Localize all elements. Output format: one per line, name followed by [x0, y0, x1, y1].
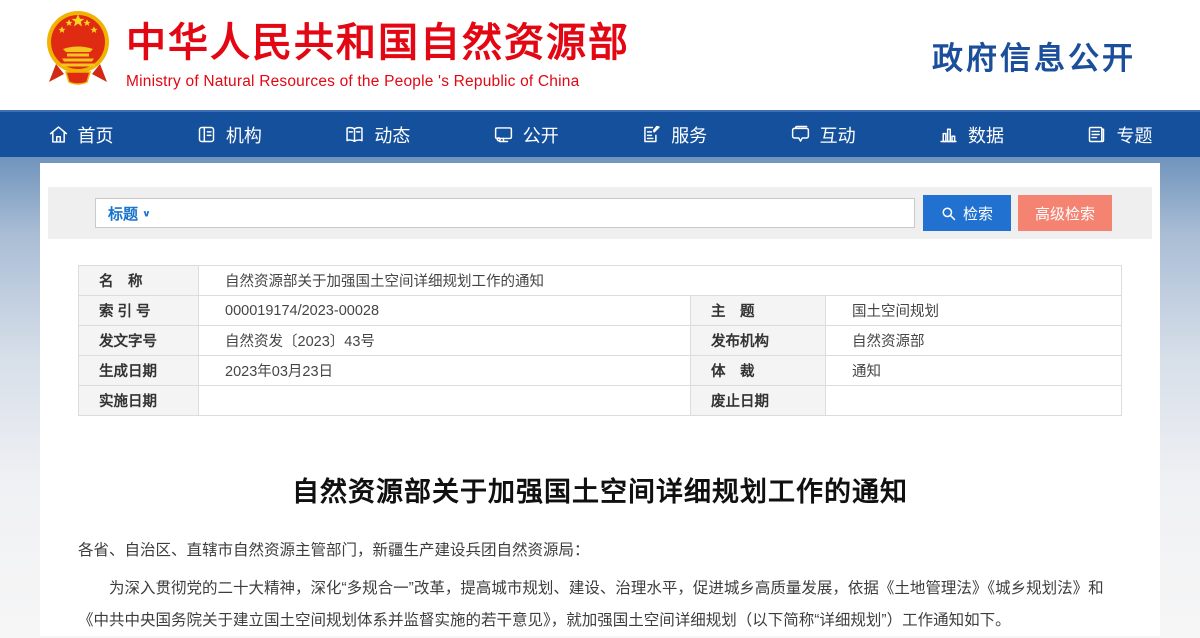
search-section: 标题 ∨ 检索 高级检索 — [48, 187, 1152, 239]
meta-label-index: 索 引 号 — [79, 296, 199, 326]
table-row: 名 称 自然资源部关于加强国土空间详细规划工作的通知 — [79, 266, 1122, 296]
nav-label: 机构 — [226, 122, 262, 148]
search-button-label: 检索 — [963, 203, 993, 224]
table-row: 实施日期 废止日期 — [79, 386, 1122, 416]
nav-label: 服务 — [671, 122, 707, 148]
nav-item-org[interactable]: 机构 — [196, 122, 262, 148]
search-button[interactable]: 检索 — [923, 195, 1011, 231]
doc-paragraph: 为深入贯彻党的二十大精神，深化“多规合一”改革，提高城市规划、建设、治理水平，促… — [78, 573, 1122, 637]
table-row: 发文字号 自然资发〔2023〕43号 发布机构 自然资源部 — [79, 326, 1122, 356]
monitor-icon — [493, 124, 514, 145]
meta-label-issue-date: 生成日期 — [79, 356, 199, 386]
meta-value-issuer: 自然资源部 — [826, 326, 1122, 356]
nav-item-disclosure[interactable]: 公开 — [493, 122, 559, 148]
meta-value-genre: 通知 — [826, 356, 1122, 386]
main-nav: 首页 机构 动态 公开 服务 互动 数据 专题 — [0, 110, 1200, 157]
doc-paragraph: 各省、自治区、直辖市自然资源主管部门，新疆生产建设兵团自然资源局： — [78, 535, 1122, 567]
meta-label-repeal-date: 废止日期 — [691, 386, 826, 416]
home-icon — [48, 124, 69, 145]
gov-info-disclosure-title: 政府信息公开 — [932, 33, 1136, 78]
doc-title: 自然资源部关于加强国土空间详细规划工作的通知 — [40, 470, 1160, 509]
search-icon — [941, 206, 956, 221]
open-book-icon — [344, 124, 365, 145]
edit-doc-icon — [641, 124, 662, 145]
meta-label-issuer: 发布机构 — [691, 326, 826, 356]
meta-value-subject: 国土空间规划 — [826, 296, 1122, 326]
nav-label: 公开 — [523, 122, 559, 148]
nav-label: 动态 — [374, 122, 410, 148]
advanced-search-button[interactable]: 高级检索 — [1018, 195, 1112, 231]
meta-value-repeal-date — [826, 386, 1122, 416]
search-box[interactable]: 标题 ∨ — [95, 198, 915, 228]
bar-chart-icon — [938, 124, 959, 145]
table-row: 索 引 号 000019174/2023-00028 主 题 国土空间规划 — [79, 296, 1122, 326]
journal-icon — [1086, 124, 1107, 145]
org-icon — [196, 124, 217, 145]
site-title: 中华人民共和国自然资源部 — [126, 20, 630, 66]
table-row: 生成日期 2023年03月23日 体 裁 通知 — [79, 356, 1122, 386]
meta-label-doc-number: 发文字号 — [79, 326, 199, 356]
search-field-selector[interactable]: 标题 ∨ — [108, 203, 151, 224]
nav-item-interaction[interactable]: 互动 — [790, 122, 856, 148]
content-panel: 标题 ∨ 检索 高级检索 名 称 自然资源部关于加强国土空间详细规划工作的通知 … — [40, 163, 1160, 636]
meta-label-effective-date: 实施日期 — [79, 386, 199, 416]
site-header: 中华人民共和国自然资源部 Ministry of Natural Resourc… — [0, 0, 1200, 110]
meta-value-issue-date: 2023年03月23日 — [199, 356, 691, 386]
meta-label-name: 名 称 — [79, 266, 199, 296]
nav-item-services[interactable]: 服务 — [641, 122, 707, 148]
search-input[interactable] — [159, 199, 902, 227]
nav-label: 首页 — [78, 122, 114, 148]
chat-bubble-icon — [790, 124, 811, 145]
meta-label-genre: 体 裁 — [691, 356, 826, 386]
site-subtitle: Ministry of Natural Resources of the Peo… — [126, 73, 630, 91]
meta-value-name: 自然资源部关于加强国土空间详细规划工作的通知 — [199, 266, 1122, 296]
doc-body: 各省、自治区、直辖市自然资源主管部门，新疆生产建设兵团自然资源局： 为深入贯彻党… — [78, 535, 1122, 637]
search-field-label: 标题 — [108, 203, 138, 224]
brand-block: 中华人民共和国自然资源部 Ministry of Natural Resourc… — [126, 20, 630, 91]
nav-item-data[interactable]: 数据 — [938, 122, 1004, 148]
nav-item-news[interactable]: 动态 — [344, 122, 410, 148]
meta-label-subject: 主 题 — [691, 296, 826, 326]
meta-value-doc-number: 自然资发〔2023〕43号 — [199, 326, 691, 356]
nav-label: 互动 — [820, 122, 856, 148]
nav-label: 专题 — [1116, 122, 1152, 148]
page-background: 标题 ∨ 检索 高级检索 名 称 自然资源部关于加强国土空间详细规划工作的通知 … — [0, 157, 1200, 638]
nav-label: 数据 — [968, 122, 1004, 148]
national-emblem-icon — [46, 8, 110, 104]
chevron-down-icon: ∨ — [142, 207, 151, 218]
doc-meta-table: 名 称 自然资源部关于加强国土空间详细规划工作的通知 索 引 号 0000191… — [78, 265, 1122, 416]
meta-value-index: 000019174/2023-00028 — [199, 296, 691, 326]
meta-value-effective-date — [199, 386, 691, 416]
nav-item-home[interactable]: 首页 — [48, 122, 114, 148]
nav-item-topics[interactable]: 专题 — [1086, 122, 1152, 148]
